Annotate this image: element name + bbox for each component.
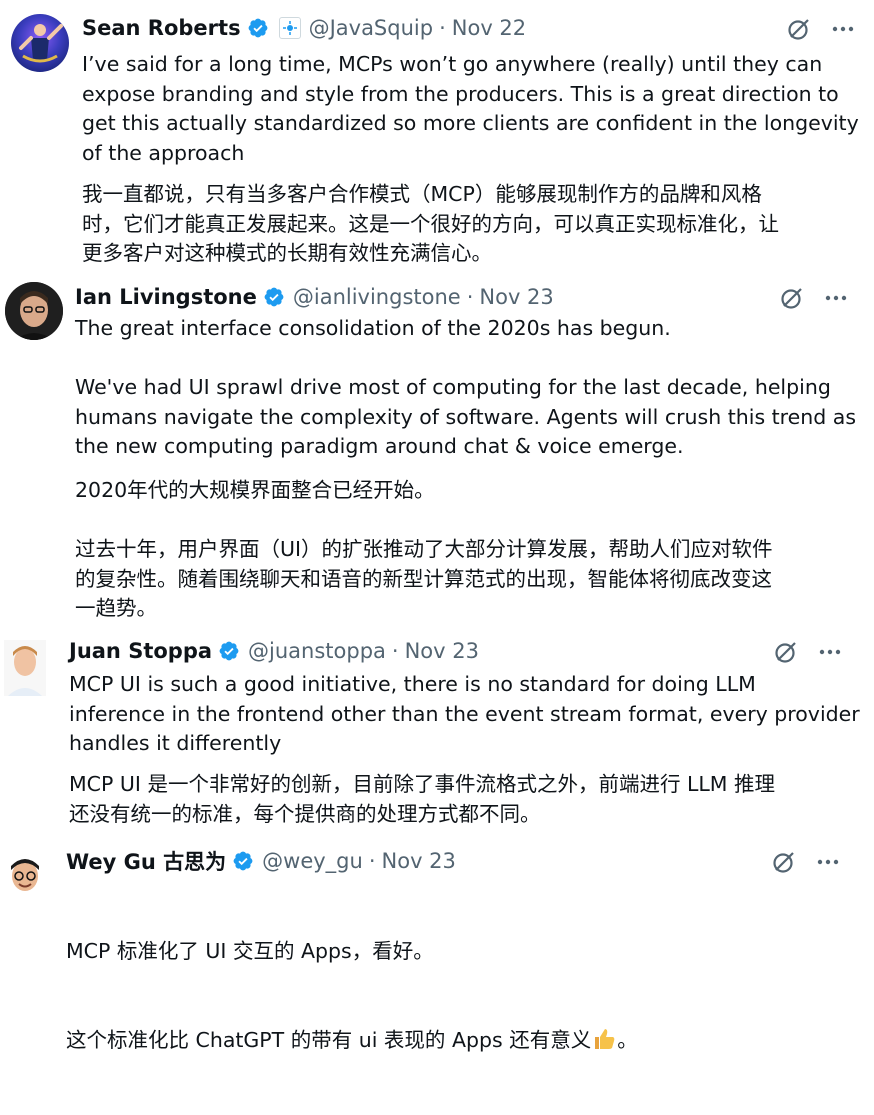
avatar[interactable] bbox=[5, 852, 45, 906]
tweet-text-zh: MCP 标准化了 UI 交互的 Apps，看好。 这个标准化比 ChatGPT … bbox=[66, 878, 638, 1115]
tweet-text-line-1: MCP 标准化了 UI 交互的 Apps，看好。 bbox=[66, 939, 434, 964]
author-handle[interactable]: @juanstoppa bbox=[248, 639, 386, 663]
author-handle[interactable]: @JavaSquip bbox=[309, 16, 434, 40]
verified-badge-icon bbox=[219, 641, 239, 661]
separator-dot: · bbox=[368, 849, 376, 873]
tweet-ian-livingstone[interactable]: Ian Livingstone @ianlivingstone · Nov 23… bbox=[0, 268, 874, 630]
tweet-date[interactable]: Nov 23 bbox=[479, 285, 553, 309]
tweet-text-line-2-end: 。 bbox=[617, 1027, 638, 1052]
author-name[interactable]: Ian Livingstone bbox=[75, 285, 257, 309]
affiliate-badge-icon[interactable] bbox=[278, 17, 301, 39]
tweet-text-en: I’ve said for a long time, MCPs won’t go… bbox=[82, 52, 859, 165]
grok-icon[interactable] bbox=[779, 285, 805, 311]
tweet-text-en: MCP UI is such a good initiative, there … bbox=[69, 672, 860, 756]
tweet-wey-gu[interactable]: Wey Gu 古思为 @wey_gu · Nov 23 MCP 标准化了 UI … bbox=[0, 830, 874, 1052]
avatar[interactable] bbox=[11, 14, 69, 72]
avatar-face bbox=[5, 282, 63, 340]
more-icon[interactable] bbox=[815, 849, 841, 875]
verified-badge-icon bbox=[264, 287, 284, 307]
tweet-sean-roberts[interactable]: Sean Roberts @JavaSquip · Nov 22 I’ve sa… bbox=[0, 0, 874, 268]
author-handle[interactable]: @ianlivingstone bbox=[293, 285, 461, 309]
tweet-date[interactable]: Nov 22 bbox=[452, 16, 526, 40]
separator-dot: · bbox=[466, 285, 474, 309]
avatar-face bbox=[8, 646, 42, 696]
avatar[interactable] bbox=[5, 282, 63, 340]
grok-icon[interactable] bbox=[773, 639, 799, 665]
more-icon[interactable] bbox=[823, 285, 849, 311]
verified-badge-icon bbox=[233, 851, 253, 871]
tweet-text-zh: 2020年代的大规模界面整合已经开始。 过去十年，用户界面（UI）的扩张推动了大… bbox=[75, 478, 773, 621]
separator-dot: · bbox=[391, 639, 399, 663]
avatar-face bbox=[11, 859, 39, 891]
separator-dot: · bbox=[439, 16, 446, 40]
thumbs-up-emoji bbox=[591, 1026, 617, 1056]
author-handle[interactable]: @wey_gu bbox=[262, 849, 363, 873]
tweet-text-zh: MCP UI 是一个非常好的创新，目前除了事件流格式之外，前端进行 LLM 推理… bbox=[69, 772, 776, 826]
more-icon[interactable] bbox=[817, 639, 843, 665]
grok-icon[interactable] bbox=[771, 849, 797, 875]
more-icon[interactable] bbox=[830, 16, 856, 42]
tweet-juan-stoppa[interactable]: Juan Stoppa @juanstoppa · Nov 23 MCP UI … bbox=[0, 630, 874, 830]
avatar[interactable] bbox=[4, 640, 46, 696]
tweet-text-en: The great interface consolidation of the… bbox=[75, 316, 857, 459]
tweet-date[interactable]: Nov 23 bbox=[382, 849, 456, 873]
tweet-text-line-2-main: 这个标准化比 ChatGPT 的带有 ui 表现的 Apps 还有意义 bbox=[66, 1027, 592, 1052]
tweet-text-zh: 我一直都说，只有当多客户合作模式（MCP）能够展现制作方的品牌和风格 时，它们才… bbox=[82, 182, 779, 266]
author-name[interactable]: Juan Stoppa bbox=[69, 639, 212, 663]
author-name[interactable]: Sean Roberts bbox=[82, 16, 241, 40]
grok-icon[interactable] bbox=[786, 16, 812, 42]
author-name[interactable]: Wey Gu 古思为 bbox=[66, 846, 226, 876]
avatar-figure bbox=[19, 24, 63, 63]
verified-badge-icon bbox=[248, 18, 267, 38]
tweet-text-line-2: 这个标准化比 ChatGPT 的带有 ui 表现的 Apps 还有意义。 bbox=[66, 1026, 638, 1056]
tweet-date[interactable]: Nov 23 bbox=[405, 639, 479, 663]
